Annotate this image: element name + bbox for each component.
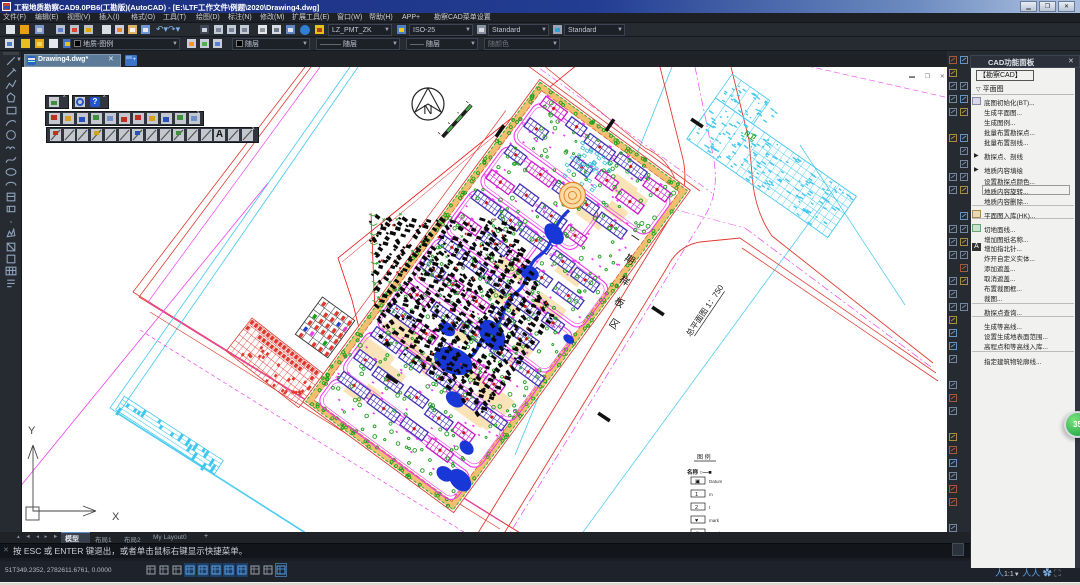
svg-text:名称 ○—■: 名称 ○—■ <box>687 468 712 476</box>
svg-text:▣: ▣ <box>695 479 701 485</box>
svg-text:mark: mark <box>709 518 720 523</box>
svg-text:N: N <box>423 102 432 117</box>
svg-text:X: X <box>112 511 120 523</box>
svg-text:m: m <box>709 492 713 497</box>
svg-text:1: 1 <box>695 492 698 498</box>
svg-text:♥: ♥ <box>695 518 698 524</box>
svg-text:2: 2 <box>695 505 698 511</box>
svg-text:图 例: 图 例 <box>697 453 711 461</box>
svg-text:Y: Y <box>28 425 36 437</box>
svg-text:Datum: Datum <box>709 479 723 484</box>
